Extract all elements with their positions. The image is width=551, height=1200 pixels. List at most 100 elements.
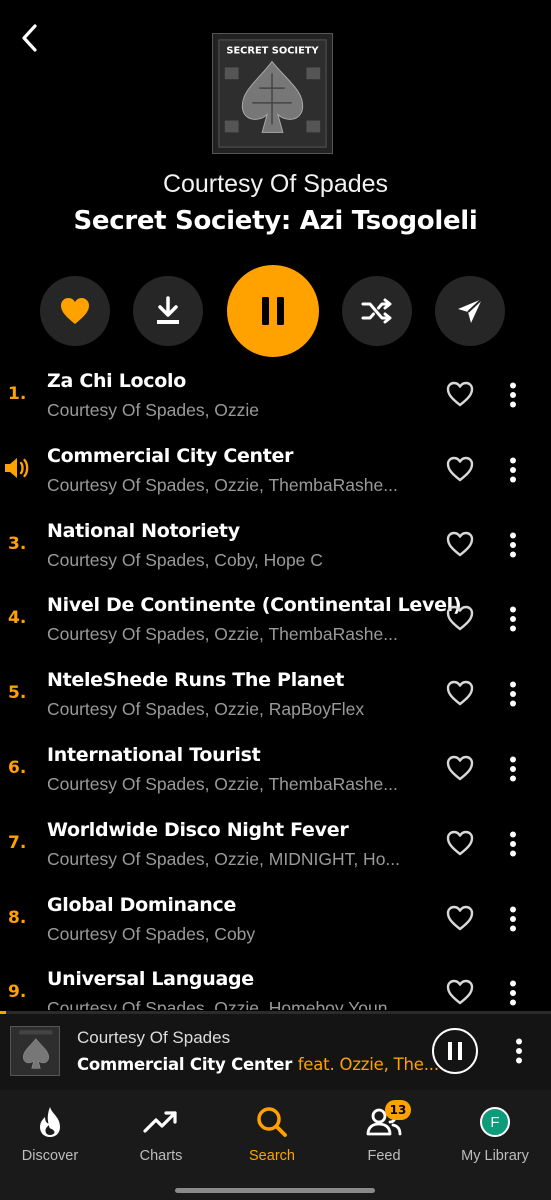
nav-search[interactable]: Search: [217, 1104, 327, 1164]
heart-outline-icon: [446, 680, 474, 706]
mini-pause-button[interactable]: [432, 1028, 478, 1074]
track-like-button[interactable]: [445, 455, 475, 485]
home-indicator[interactable]: [175, 1188, 375, 1193]
track-row[interactable]: 1. Za Chi Locolo Courtesy Of Spades, Ozzi…: [0, 360, 551, 435]
track-artists: Courtesy Of Spades, Ozzie, RapBoyFlex: [47, 699, 365, 720]
track-row[interactable]: 6. International Tourist Courtesy Of Spad…: [0, 734, 551, 809]
track-number: 4.: [8, 608, 27, 629]
track-artists: Courtesy Of Spades, Ozzie: [47, 400, 260, 420]
cover-title: SECRET SOCIETY: [226, 46, 319, 57]
nav-label: Feed: [367, 1148, 401, 1164]
pause-icon: [448, 1042, 462, 1060]
bottom-nav: Discover Charts Search 13 Feed F My Libr…: [0, 1090, 551, 1200]
mini-player-artist: Courtesy Of Spades: [77, 1028, 231, 1047]
heart-outline-icon: [446, 830, 474, 855]
track-more-button[interactable]: [500, 904, 526, 934]
send-icon: [458, 298, 483, 323]
chevron-left-icon: [22, 24, 37, 52]
heart-outline-icon: [446, 606, 474, 631]
nav-label: Discover: [21, 1148, 79, 1164]
album-cover: SECRET SOCIETY: [212, 33, 333, 154]
heart-outline-icon: [446, 905, 474, 930]
mini-player[interactable]: Courtesy Of Spades Commercial City Cente…: [0, 1014, 551, 1090]
heart-outline-icon: [446, 980, 474, 1005]
more-vertical-icon: [510, 532, 516, 558]
track-row[interactable]: 9. Universal Language Courtesy Of Spades,…: [0, 958, 551, 1010]
more-vertical-icon: [510, 906, 516, 932]
track-title: Worldwide Disco Night Fever: [47, 818, 349, 841]
artist-name[interactable]: Courtesy Of Spades: [0, 170, 551, 199]
track-more-button[interactable]: [500, 455, 526, 485]
track-number: 3.: [8, 533, 27, 554]
heart-outline-icon: [446, 755, 474, 781]
heart-outline-icon: [446, 456, 474, 481]
track-like-button[interactable]: [445, 604, 475, 634]
track-more-button[interactable]: [500, 530, 526, 560]
track-title: Nivel De Continente (Continental Level): [47, 594, 462, 617]
nav-charts[interactable]: Charts: [106, 1104, 216, 1164]
track-row[interactable]: 8. Global Dominance Courtesy Of Spades, C…: [0, 884, 551, 959]
track-artists: Courtesy Of Spades, Ozzie, ThembaRashe..…: [47, 774, 398, 794]
track-row[interactable]: 4. Nivel De Continente (Continental Level…: [0, 584, 551, 659]
track-title: Za Chi Locolo: [47, 370, 186, 392]
track-artists: Courtesy Of Spades, Coby, Hope C: [47, 549, 323, 570]
more-vertical-icon: [510, 606, 516, 632]
pause-icon: [262, 297, 284, 325]
track-number: 9.: [8, 982, 27, 1003]
heart-filled-icon: [61, 298, 89, 324]
shuffle-button[interactable]: [342, 276, 412, 346]
download-button[interactable]: [133, 276, 203, 346]
track-more-button[interactable]: [500, 679, 526, 709]
track-list: 1. Za Chi Locolo Courtesy Of Spades, Ozzi…: [0, 360, 551, 1010]
mini-more-button[interactable]: [507, 1034, 531, 1068]
track-title: NteleShede Runs The Planet: [47, 669, 345, 692]
play-pause-button[interactable]: [227, 265, 319, 357]
album-title: Secret Society: Azi Tsogoleli: [73, 206, 478, 236]
more-vertical-icon: [510, 831, 516, 857]
like-button[interactable]: [40, 276, 110, 346]
nav-my-library[interactable]: F My Library: [440, 1104, 550, 1164]
track-like-button[interactable]: [445, 530, 475, 560]
track-number: 1.: [8, 384, 27, 404]
track-artists: Courtesy Of Spades, Coby: [47, 923, 256, 944]
track-artists: Courtesy Of Spades, Ozzie, ThembaRashe..…: [47, 624, 398, 645]
mini-player-title: Commercial City Center feat. Ozzie, The.…: [77, 1055, 439, 1074]
track-title: Global Dominance: [47, 893, 237, 916]
more-vertical-icon: [516, 1038, 522, 1064]
track-more-button[interactable]: [500, 978, 526, 1008]
nav-label: Charts: [139, 1148, 183, 1164]
track-artists: Courtesy Of Spades, Ozzie, ThembaRashe..…: [47, 474, 398, 495]
track-row[interactable]: 7. Worldwide Disco Night Fever Courtesy O…: [0, 809, 551, 884]
track-more-button[interactable]: [500, 754, 526, 784]
track-like-button[interactable]: [445, 904, 475, 934]
track-like-button[interactable]: [445, 679, 475, 709]
track-number: 8.: [8, 907, 27, 928]
track-number: 5.: [8, 683, 27, 704]
track-row[interactable]: 5. NteleShede Runs The Planet Courtesy Of…: [0, 659, 551, 734]
track-number: 7.: [8, 832, 27, 853]
track-more-button[interactable]: [500, 829, 526, 859]
mini-player-track: Commercial City Center: [77, 1055, 293, 1074]
track-title: Universal Language: [47, 968, 254, 991]
track-like-button[interactable]: [445, 380, 475, 410]
search-icon: [257, 1107, 287, 1137]
back-button[interactable]: [14, 22, 46, 54]
more-vertical-icon: [510, 681, 516, 707]
shuffle-icon: [361, 298, 392, 324]
share-button[interactable]: [435, 276, 505, 346]
track-row[interactable]: 3. National Notoriety Courtesy Of Spades,…: [0, 510, 551, 585]
avatar-icon: F: [480, 1107, 510, 1137]
nav-feed[interactable]: 13 Feed: [329, 1100, 439, 1164]
track-more-button[interactable]: [500, 604, 526, 634]
track-more-button[interactable]: [500, 380, 526, 410]
track-like-button[interactable]: [445, 978, 475, 1008]
track-like-button[interactable]: [445, 754, 475, 784]
track-artists: Courtesy Of Spades, Ozzie, MIDNIGHT, Ho.…: [47, 848, 401, 869]
nav-discover[interactable]: Discover: [0, 1104, 105, 1164]
more-vertical-icon: [510, 457, 516, 483]
track-like-button[interactable]: [445, 829, 475, 859]
track-title: Commercial City Center: [47, 444, 294, 467]
track-row[interactable]: Commercial City Center Courtesy Of Spade…: [0, 435, 551, 510]
track-artists: Courtesy Of Spades, Ozzie, Homeboy Youn.…: [47, 998, 403, 1010]
track-number: 6.: [8, 758, 27, 778]
